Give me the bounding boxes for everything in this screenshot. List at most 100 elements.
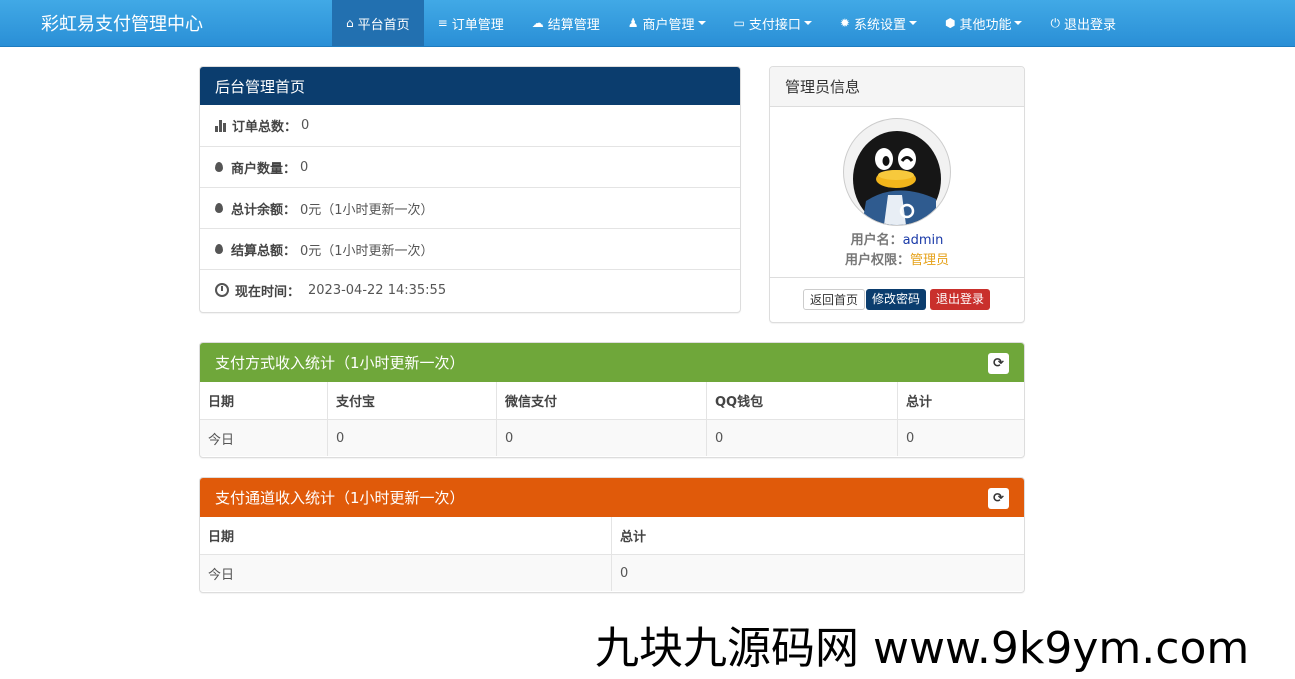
column-header: 日期 [200,517,612,555]
droplet-icon [215,162,223,172]
cloud-icon: ☁ [531,16,544,30]
panel-title: 支付通道收入统计（1小时更新一次） [215,489,465,507]
nav-item-merchants[interactable]: ♟ 商户管理 [614,0,720,46]
refresh-button[interactable]: ⟳ [988,488,1009,509]
clock-icon [215,283,229,297]
credit-card-icon: ▭ [733,16,745,30]
table-cell: 0 [327,419,497,456]
list-item: 总计余额： 0元（1小时更新一次） [200,187,740,228]
channel-stats-panel: 支付通道收入统计（1小时更新一次） ⟳ 日期 总计 今日 0 [199,477,1025,593]
chevron-down-icon [908,21,917,25]
stat-label: 总计余额： [231,202,297,218]
stat-label: 结算总额： [231,243,297,259]
stat-label: 商户数量： [231,161,297,177]
nav-item-orders[interactable]: ≡ 订单管理 [424,0,518,46]
stat-label-wrap: 商户数量： [215,158,296,177]
list-item: 商户数量： 0 [200,146,740,187]
back-home-button[interactable]: 返回首页 [803,289,866,310]
channel-table: 日期 总计 今日 0 [200,517,1024,591]
role-label: 用户权限： [844,253,910,268]
nav-item-other[interactable]: ⬢ 其他功能 [931,0,1037,46]
nav-label: 订单管理 [451,17,504,33]
table-cell: 今日 [200,554,612,591]
column-header: 总计 [897,382,1024,420]
list-item: 结算总额： 0元（1小时更新一次） [200,228,740,269]
nav-item-home[interactable]: ⌂ 平台首页 [332,0,424,46]
chevron-down-icon [803,21,812,25]
role-line: 用户权限：管理员 [770,249,1024,268]
bar-chart-icon [215,119,227,132]
overview-panel-title: 后台管理首页 [200,67,740,105]
table-cell: 0 [706,419,898,456]
stat-label-wrap: 订单总数： [215,116,297,135]
admin-panel: 管理员信息 用户名：admin 用户权限：管理员 返回首页 修改密码 退出登录 [769,66,1025,323]
change-password-button[interactable]: 修改密码 [866,289,927,310]
list-item: 现在时间： 2023-04-22 14:35:55 [200,269,740,310]
stat-label-wrap: 总计余额： [215,199,296,218]
avatar [843,118,951,226]
payment-method-table: 日期 支付宝 微信支付 QQ钱包 总计 今日 0 0 0 0 [200,382,1024,456]
username-line: 用户名：admin [770,229,1024,248]
top-navbar: 彩虹易支付管理中心 ⌂ 平台首页 ≡ 订单管理 ☁ 结算管理 ♟ 商户管理 ▭ … [0,0,1295,47]
droplet-icon [215,203,223,213]
table-row: 今日 0 [200,554,1024,591]
stat-label: 现在时间： [235,284,301,300]
watermark-text: 九块九源码网 www.9k9ym.com [595,623,1250,674]
stat-value: 0元（1小时更新一次） [300,202,434,218]
chevron-down-icon [1014,21,1023,25]
divider [770,277,1024,278]
nav-label: 退出登录 [1063,17,1116,33]
nav-item-logout[interactable]: ⏻ 退出登录 [1036,0,1130,46]
nav-label: 商户管理 [642,17,695,33]
table-header-row: 日期 总计 [200,517,1024,555]
main-nav: ⌂ 平台首页 ≡ 订单管理 ☁ 结算管理 ♟ 商户管理 ▭ 支付接口 ✹ 系统设… [332,0,1130,46]
stat-value: 0元（1小时更新一次） [300,243,434,259]
nav-item-settlement[interactable]: ☁ 结算管理 [518,0,614,46]
role-value: 管理员 [910,253,950,268]
column-header: 总计 [611,517,1024,555]
panel-title: 支付方式收入统计（1小时更新一次） [215,354,465,372]
stat-label: 订单总数： [232,120,298,135]
table-cell: 0 [897,419,1024,456]
stat-value: 0 [301,118,310,133]
droplet-icon [215,244,223,254]
table-header-row: 日期 支付宝 微信支付 QQ钱包 总计 [200,382,1024,420]
table-cell: 0 [496,419,707,456]
refresh-icon: ⟳ [993,356,1004,371]
refresh-button[interactable]: ⟳ [988,353,1009,374]
current-time-value: 2023-04-22 14:35:55 [308,282,447,298]
column-header: 微信支付 [496,382,707,420]
table-cell: 今日 [200,419,328,456]
stat-label-wrap: 现在时间： [215,281,300,300]
nav-label: 其他功能 [959,17,1012,33]
nav-item-system-settings[interactable]: ✹ 系统设置 [826,0,931,46]
nav-item-payment-api[interactable]: ▭ 支付接口 [720,0,826,46]
nav-label: 平台首页 [357,17,410,33]
home-icon: ⌂ [346,16,354,30]
username-value: admin [902,233,944,248]
qq-penguin-icon [853,131,941,225]
power-icon: ⏻ [1050,15,1060,30]
user-icon: ♟ [627,16,639,30]
list-icon: ≡ [437,16,448,30]
cube-icon: ⬢ [944,16,956,30]
overview-panel: 后台管理首页 订单总数： 0 商户数量： 0 总计余额： 0元（1小时更新一次） [199,66,741,313]
nav-label: 系统设置 [853,17,906,33]
logout-button[interactable]: 退出登录 [930,289,991,310]
username-label: 用户名： [850,233,903,248]
table-cell: 0 [611,554,1024,591]
column-header: 支付宝 [327,382,497,420]
table-row: 今日 0 0 0 0 [200,419,1024,456]
column-header: QQ钱包 [706,382,898,420]
gear-icon: ✹ [839,16,850,30]
admin-panel-title: 管理员信息 [770,67,1024,107]
overview-list: 订单总数： 0 商户数量： 0 总计余额： 0元（1小时更新一次） 结算总额： … [200,105,740,310]
brand-title[interactable]: 彩虹易支付管理中心 [41,10,203,36]
channel-stats-header: 支付通道收入统计（1小时更新一次） ⟳ [200,478,1024,517]
stat-value: 0 [300,159,309,175]
payment-method-stats-panel: 支付方式收入统计（1小时更新一次） ⟳ 日期 支付宝 微信支付 QQ钱包 总计 … [199,342,1025,458]
nav-label: 支付接口 [748,17,801,33]
refresh-icon: ⟳ [993,491,1004,506]
nav-label: 结算管理 [547,17,600,33]
payment-method-stats-header: 支付方式收入统计（1小时更新一次） ⟳ [200,343,1024,382]
